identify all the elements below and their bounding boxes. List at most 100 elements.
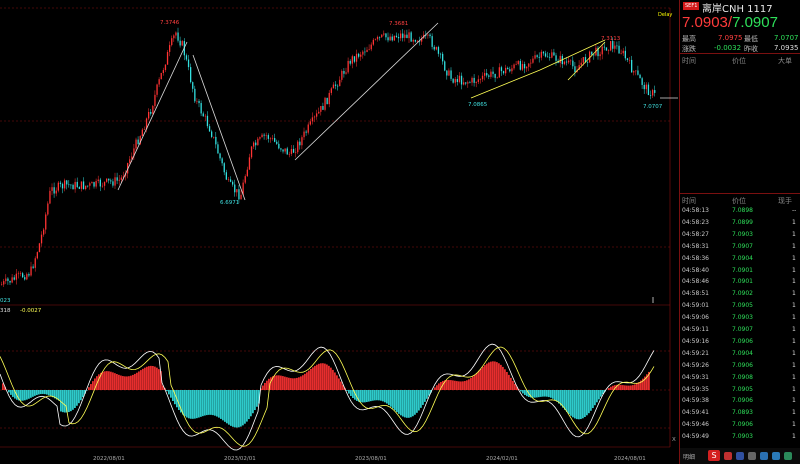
candle-body [400,33,402,39]
macd-bar [350,390,352,396]
candle-body [452,78,454,83]
macd-bar [218,390,220,418]
macd-bar [320,363,322,390]
candle-body [112,181,114,186]
candle-body [76,181,78,188]
tick-price: 7.0893 [732,409,753,417]
tick-volume: 1 [792,349,796,357]
candle-body [118,179,120,181]
macd-bar [376,390,378,401]
candle-body [103,181,106,186]
candle-body [43,229,45,235]
candle-body [645,84,647,90]
tick-time: 04:59:46 [682,421,709,429]
tick-row: 04:58:27 7.0903 1 [680,230,800,240]
candle-body [196,100,198,102]
macd-bar [522,390,524,394]
macd-bar [248,390,250,420]
candle-body [307,124,309,133]
macd-bar [564,390,566,410]
macd-bar [194,390,196,419]
tick-time: 04:58:23 [682,218,709,226]
candle-body [271,138,274,139]
macd-bar [242,390,244,426]
macd-bar [482,366,484,390]
candle-body [114,177,116,186]
candle-body [536,55,538,57]
candle-body [173,35,175,39]
candle-body [484,73,486,76]
macd-bar [184,390,186,417]
macd-bar [296,377,298,390]
price-label-high3: 7.3113 [601,36,621,42]
candle-body [234,184,236,193]
orders-time-header: 时间 [682,57,696,65]
macd-bar [122,376,124,390]
macd-bar [414,390,416,415]
candle-body [481,75,484,80]
candle-body [395,35,398,37]
candle-body [236,189,238,193]
candle-body [171,38,173,46]
candle-body [565,61,568,63]
keyboard-icon[interactable] [772,452,780,460]
tick-price: 7.0905 [732,385,753,393]
macd-bar [346,390,348,391]
candle-body [185,55,188,60]
macd-bar [372,390,374,401]
kline-chart[interactable]: Delay 7.3746 6.6971 7.3681 7.0865 7.3113… [0,0,678,464]
macd-bar [332,369,334,390]
macd-bar [112,372,114,390]
candle-body [187,59,190,68]
candle-body [26,274,28,280]
candle-body [523,64,526,69]
candle-body [385,33,387,38]
candle-body [446,70,448,76]
tick-row: 04:59:38 7.0906 1 [680,396,800,406]
candle-body [442,53,444,62]
divider [680,53,800,54]
tick-price: 7.0908 [732,373,753,381]
candle-body [253,142,255,147]
candle-body [540,51,542,58]
chinese-input-icon[interactable] [724,452,732,460]
macd-bar [470,378,472,390]
dot-icon[interactable] [748,452,756,460]
candle-body [141,129,143,137]
macd-bar [540,390,542,397]
macd-bar [382,390,384,402]
orders-price-header: 价位 [732,57,746,65]
macd-bar [252,390,254,414]
candle-body [215,136,217,145]
macd-bar [74,390,76,408]
candle-body [519,61,521,70]
macd-bar [330,367,332,390]
moon-icon[interactable] [736,452,744,460]
candle-body [429,34,431,37]
candle-body [177,32,179,41]
tick-time: 04:59:01 [682,302,709,310]
candle-body [225,172,227,180]
candle-body [492,71,494,74]
candle-body [89,183,91,186]
shirt-icon[interactable] [784,452,792,460]
macd-bar [166,390,168,392]
macd-bar [340,381,342,390]
candle-body [192,82,194,89]
candle-body [211,131,213,137]
macd-bar [188,390,190,419]
prev-close-value: 7.0935 [774,44,799,52]
candle-body [624,50,626,59]
candle-body [574,66,576,72]
macd-bar [152,366,154,390]
tick-volume: 1 [792,421,796,429]
detail-tab[interactable]: 明细 [683,452,695,461]
candle-body [637,70,639,75]
tick-volume: 1 [792,433,796,441]
macd-bar [380,390,382,401]
macd-bar [538,390,540,398]
microphone-icon[interactable] [760,452,768,460]
candle-body [101,185,104,187]
candle-body [355,53,358,62]
candle-body [261,134,263,138]
